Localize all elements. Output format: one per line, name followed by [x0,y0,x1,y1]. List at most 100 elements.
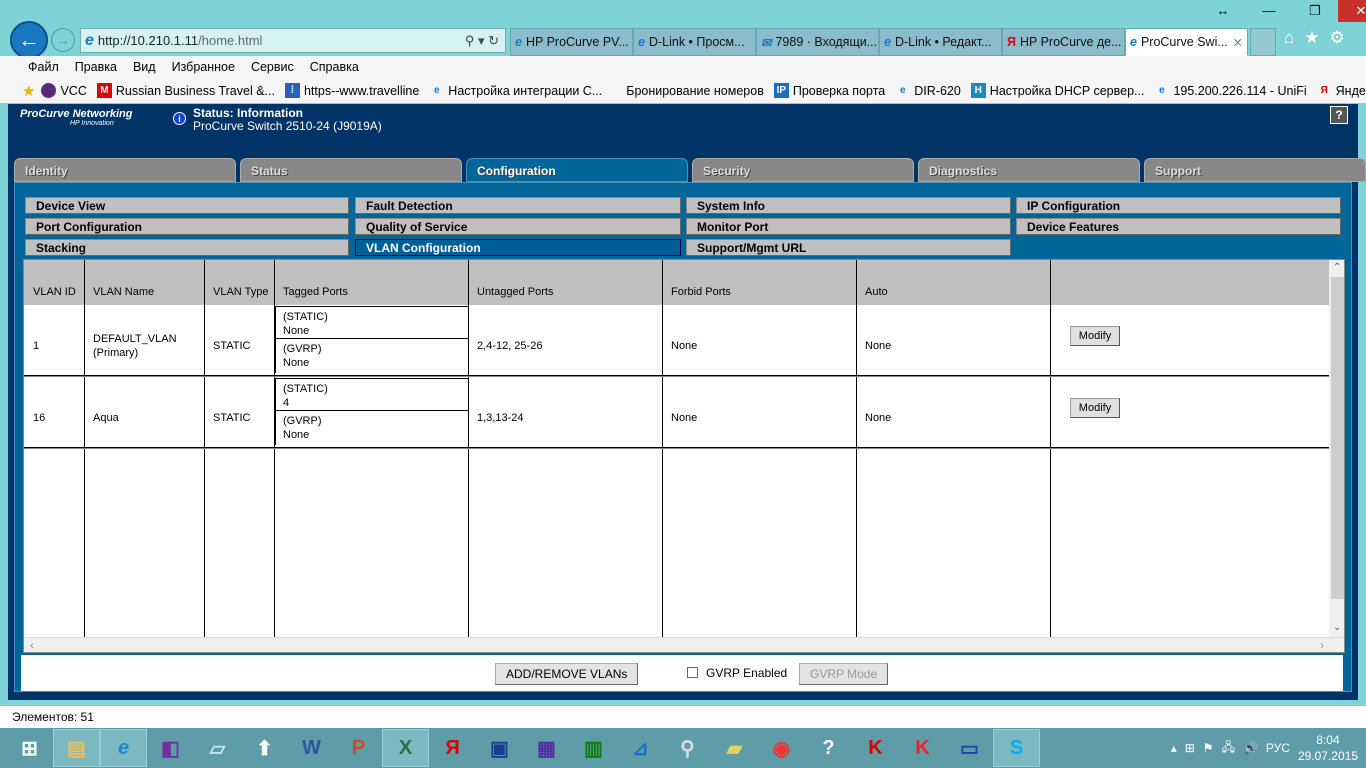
explorer-icon[interactable]: ▤ [53,729,100,767]
browser-tab[interactable]: Я HP ProCurve де... [1002,28,1125,56]
menu-tools[interactable]: Сервис [251,60,294,74]
search-refresh-icon[interactable]: ⚲ ▾ ↻ [465,33,505,49]
tab-support[interactable]: Support [1144,158,1366,182]
favorite-item[interactable]: e 195.200.226.114 - UniFi [1154,83,1306,98]
browser-tab[interactable]: ✉ 7989 · Входящи... [756,28,879,56]
scroll-left-icon[interactable]: ‹ [30,638,34,652]
favorite-item[interactable]: e Настройка интеграции С... [429,83,602,98]
gvrp-enabled-checkbox[interactable] [687,667,698,678]
scrollbar-thumb[interactable] [1331,277,1344,599]
tab-security[interactable]: Security [692,158,914,182]
help-bubble-icon[interactable]: ? [805,729,852,767]
minimize-button[interactable]: — [1246,0,1292,22]
maximize-button[interactable]: ❐ [1292,0,1338,22]
subtab-quality-of-service[interactable]: Quality of Service [355,218,681,235]
menu-view[interactable]: Вид [133,60,156,74]
forward-button[interactable]: → [51,28,75,52]
excel-icon[interactable]: X [382,729,429,767]
favorite-item[interactable]: Я Яндекс [1317,83,1366,98]
ie-icon[interactable]: e [100,729,147,767]
tab-status[interactable]: Status [240,158,462,182]
subtab-ip-configuration[interactable]: IP Configuration [1016,197,1341,214]
modify-button[interactable]: Modify [1070,326,1120,346]
home-icon[interactable]: ⌂ [1284,28,1294,48]
subtab-vlan-configuration[interactable]: VLAN Configuration [355,239,681,256]
subtab-system-info[interactable]: System Info [686,197,1011,214]
subtab-support-mgmt-url[interactable]: Support/Mgmt URL [686,239,1011,256]
subtab-device-view[interactable]: Device View [25,197,349,214]
subtab-device-features[interactable]: Device Features [1016,218,1341,235]
new-tab-button[interactable] [1250,28,1276,56]
favorite-item[interactable]: VCC [41,83,87,98]
logo-subtext: HP Innovation [70,120,114,127]
scanner-icon[interactable]: ⊿ [617,729,664,767]
tab-diagnostics[interactable]: Diagnostics [918,158,1140,182]
browser-tab[interactable]: e D-Link • Просм... [633,28,756,56]
favorite-item[interactable]: ⁞ https--www.travelline [284,83,419,98]
favorite-item[interactable]: Бронирование номеров [626,84,764,98]
notepad-icon[interactable]: ▱ [194,729,241,767]
favorite-item[interactable]: e DIR-620 [895,83,961,98]
add-remove-vlans-button[interactable]: ADD/REMOVE VLANs [495,663,639,685]
calculator-icon[interactable]: ▥ [570,729,617,767]
network-computer-icon[interactable]: ▭ [946,729,993,767]
chrome-icon[interactable]: ◉ [758,729,805,767]
browser-tab[interactable]: e HP ProCurve PV... [510,28,633,56]
scroll-right-icon[interactable]: › [1320,638,1324,652]
skype-icon[interactable]: S [993,729,1040,767]
sticky-notes-icon[interactable]: ▰ [711,729,758,767]
menu-file[interactable]: Файл [28,60,59,74]
scroll-up-icon[interactable]: ⌃ [1333,262,1341,273]
search-tool-icon[interactable]: ⚲ [664,729,711,767]
menu-help[interactable]: Справка [310,60,359,74]
powerpoint-icon[interactable]: P [335,729,382,767]
browser-tab[interactable]: e D-Link • Редакт... [879,28,1002,56]
favorite-item[interactable]: M Russian Business Travel &... [96,83,275,98]
favorite-item[interactable]: H Настройка DHCP сервер... [970,83,1144,98]
close-tab-icon[interactable]: ✕ [1233,35,1243,50]
app-icon[interactable]: ▣ [476,729,523,767]
language-indicator[interactable]: РУС [1266,741,1290,755]
vlan-name-note: (Primary) [93,347,139,359]
vlan-actions-bar: ADD/REMOVE VLANs GVRP Enabled GVRP Mode [21,655,1343,691]
tagged-static-label: (STATIC) [283,311,328,323]
kaspersky2-icon[interactable]: K [899,729,946,767]
back-button[interactable]: ← [10,21,48,59]
resize-icon[interactable]: ↔ [1200,0,1246,22]
menu-favorites[interactable]: Избранное [172,60,235,74]
kaspersky-icon[interactable]: K [852,729,899,767]
yandex-browser-icon[interactable]: Я [429,729,476,767]
upload-arrow-icon[interactable]: ⬆ [241,729,288,767]
modify-button[interactable]: Modify [1070,398,1120,418]
scroll-down-icon[interactable]: ⌄ [1333,622,1341,633]
flag-icon[interactable]: ⚑ [1203,741,1214,755]
calendar-icon[interactable]: ▦ [523,729,570,767]
horizontal-scrollbar[interactable]: ‹ › [24,637,1344,652]
subtab-fault-detection[interactable]: Fault Detection [355,197,681,214]
tab-identity[interactable]: Identity [14,158,236,182]
menu-edit[interactable]: Правка [75,60,117,74]
visual-studio-icon[interactable]: ◧ [147,729,194,767]
subtab-stacking[interactable]: Stacking [25,239,349,256]
volume-icon[interactable]: 🔊 [1243,741,1258,755]
help-button[interactable]: ? [1330,106,1348,124]
clock[interactable]: 8:04 29.07.2015 [1298,732,1358,764]
gear-icon[interactable]: ⚙ [1330,28,1345,48]
address-bar[interactable]: e http://10.210.1.11/home.html ⚲ ▾ ↻ [80,28,506,53]
action-center-icon[interactable]: ⊞ [1185,741,1195,755]
tray-expand-icon[interactable]: ▴ [1171,741,1177,755]
network-icon[interactable]: 🖧 [1222,738,1235,759]
close-button[interactable]: ✕ [1338,0,1366,22]
gvrp-mode-button[interactable]: GVRP Mode [799,663,889,685]
favorite-item[interactable]: IP Проверка порта [773,83,885,98]
favorites-star-icon[interactable]: ★ [1304,28,1319,48]
start-windows-icon[interactable]: ⊞ [6,729,53,767]
ie-page-icon: e [434,85,440,96]
status-bar: Элементов: 51 [0,706,1366,728]
word-icon[interactable]: W [288,729,335,767]
tab-configuration[interactable]: Configuration [466,158,688,182]
browser-tab-active[interactable]: e ProCurve Swi... ✕ [1125,28,1248,56]
subtab-port-configuration[interactable]: Port Configuration [25,218,349,235]
subtab-monitor-port[interactable]: Monitor Port [686,218,1011,235]
favorites-star-icon[interactable]: ★ [22,82,35,100]
